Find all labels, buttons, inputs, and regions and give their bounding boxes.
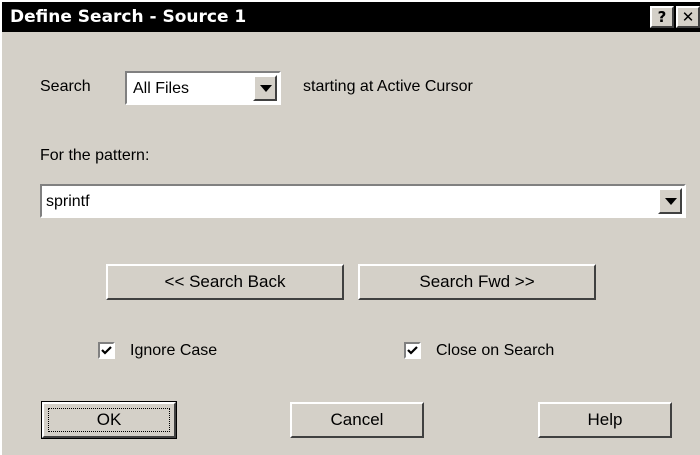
checkmark-icon [407, 346, 418, 355]
close-title-button[interactable]: ✕ [676, 6, 700, 28]
chevron-down-icon [260, 85, 272, 92]
search-scope-dropdown-button[interactable] [253, 75, 277, 101]
close-on-search-checkbox[interactable] [404, 342, 421, 359]
title-bar: Define Search - Source 1 ? ✕ [2, 2, 700, 32]
pattern-dropdown-button[interactable] [658, 188, 682, 214]
ok-button[interactable]: OK [41, 401, 177, 439]
define-search-dialog: Define Search - Source 1 ? ✕ Search All … [0, 0, 700, 455]
search-scope-value: All Files [133, 80, 190, 97]
close-icon: ✕ [681, 8, 695, 26]
focus-rectangle [48, 408, 170, 432]
pattern-value: sprintf [46, 193, 90, 210]
checkmark-icon [101, 346, 112, 355]
close-on-search-label: Close on Search [436, 342, 555, 359]
start-position-text: starting at Active Cursor [303, 78, 473, 95]
search-scope-select[interactable]: All Files [125, 71, 281, 105]
ignore-case-checkbox[interactable] [98, 342, 115, 359]
pattern-label: For the pattern: [40, 147, 150, 164]
question-mark-icon: ? [657, 8, 667, 26]
ignore-case-label: Ignore Case [130, 342, 218, 359]
search-fwd-button[interactable]: Search Fwd >> [358, 264, 596, 300]
search-label: Search [40, 78, 91, 95]
search-back-button[interactable]: << Search Back [106, 264, 344, 300]
help-title-button[interactable]: ? [650, 6, 674, 28]
window-title: Define Search - Source 1 [10, 7, 247, 27]
pattern-input[interactable]: sprintf [40, 184, 686, 218]
help-button[interactable]: Help [538, 402, 672, 438]
cancel-button[interactable]: Cancel [290, 402, 424, 438]
chevron-down-icon [665, 198, 677, 205]
